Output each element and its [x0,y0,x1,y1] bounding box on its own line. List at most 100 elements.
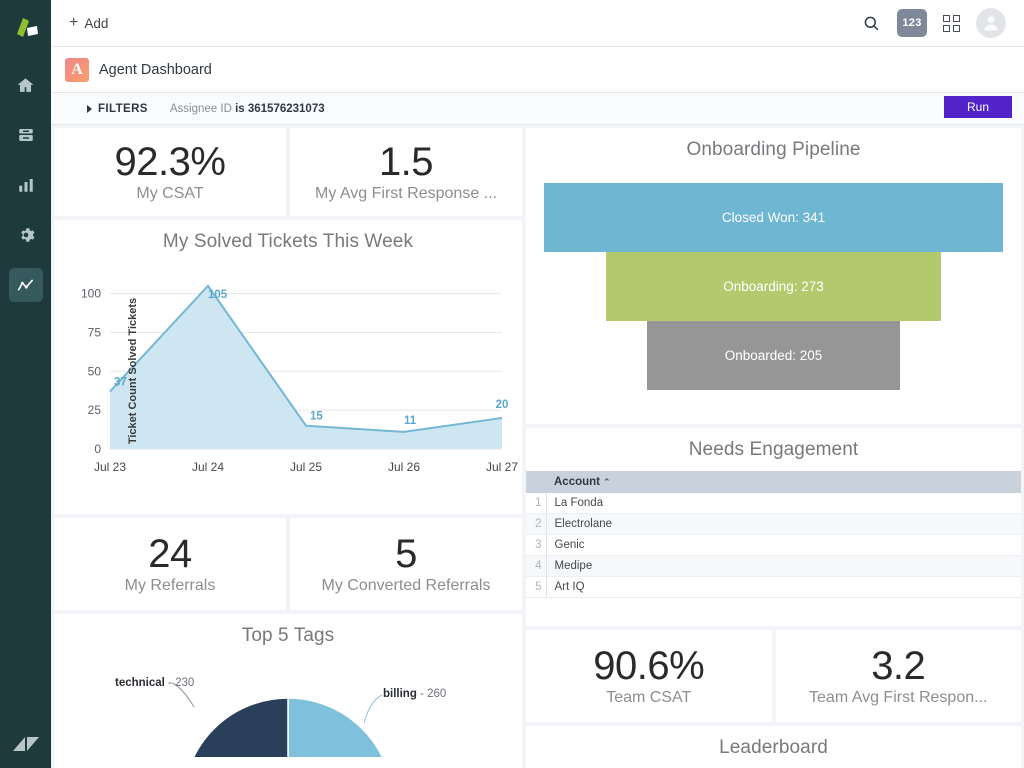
panel-solved-tickets[interactable]: My Solved Tickets This Week Ticket Count… [54,220,522,514]
sidebar-item-settings[interactable] [9,218,43,252]
panel-title: Onboarding Pipeline [526,128,1021,161]
kpi-label: My Referrals [125,577,216,595]
y-axis-label: Ticket Count Solved Tickets [127,298,139,444]
kpi-my-converted-referrals[interactable]: 5 My Converted Referrals [290,518,522,610]
bar-chart-icon [17,176,35,194]
row-index: 1 [526,493,546,514]
svg-text:20: 20 [496,399,509,411]
pie-annotation-billing: billing - 260 [383,688,446,700]
top-bar: + Add 123 [51,0,1024,47]
pie-chart: technical - 230 billing - 260 [54,647,522,768]
cell-account: La Fonda [546,493,1021,514]
pie-label-name: technical [115,677,165,689]
svg-text:100: 100 [81,287,101,301]
table-row[interactable]: 4Medipe [526,556,1021,577]
column-header-account[interactable]: Account⌃ [546,471,1021,493]
add-button[interactable]: + Add [69,15,108,31]
add-button-label: Add [84,16,108,31]
svg-text:Jul 27: Jul 27 [486,460,518,474]
table-row[interactable]: 5Art IQ [526,577,1021,598]
filter-expression[interactable]: Assignee ID is 361576231073 [170,103,325,115]
filters-toggle[interactable]: FILTERS [87,103,148,115]
kpi-value: 24 [148,533,192,575]
left-column: 92.3% My CSAT 1.5 My Avg First Response … [54,128,522,768]
grid-apps-icon[interactable] [943,15,960,32]
row-index: 4 [526,556,546,577]
sidebar-item-home[interactable] [9,68,43,102]
run-button[interactable]: Run [944,96,1012,118]
table-row[interactable]: 1La Fonda [526,493,1021,514]
svg-text:15: 15 [310,411,323,423]
sidebar-item-explore[interactable] [9,268,43,302]
svg-text:0: 0 [94,442,101,456]
panel-leaderboard[interactable]: Leaderboard [526,726,1021,768]
zendesk-explore-logo[interactable] [9,12,43,46]
kpi-team-csat[interactable]: 90.6% Team CSAT [526,630,772,722]
funnel-bar-onboarded[interactable]: Onboarded: 205 [647,321,899,390]
chevron-right-icon [87,105,92,113]
kpi-row-team: 90.6% Team CSAT 3.2 Team Avg First Respo… [526,630,1021,722]
user-avatar-icon[interactable] [976,8,1006,38]
svg-text:25: 25 [88,403,102,417]
kpi-my-csat[interactable]: 92.3% My CSAT [54,128,286,216]
panel-title: My Solved Tickets This Week [54,220,522,253]
svg-text:50: 50 [88,364,102,378]
kpi-my-referrals[interactable]: 24 My Referrals [54,518,286,610]
funnel-bar-onboarding[interactable]: Onboarding: 273 [606,252,941,321]
panel-onboarding-pipeline[interactable]: Onboarding Pipeline Closed Won: 341 Onbo… [526,128,1021,424]
pie-annotation-technical: technical - 230 [115,677,194,689]
table-row[interactable]: 3Genic [526,535,1021,556]
dashboard-header: A Agent Dashboard [51,47,1024,93]
cell-account: Art IQ [546,577,1021,598]
right-column: Onboarding Pipeline Closed Won: 341 Onbo… [526,128,1021,768]
column-header-label: Account [554,476,600,488]
search-icon[interactable] [862,14,881,33]
kpi-label: My CSAT [136,185,203,203]
svg-text:Jul 24: Jul 24 [192,460,224,474]
funnel-bar-closed-won[interactable]: Closed Won: 341 [544,183,1003,252]
sort-asc-icon: ⌃ [603,477,611,487]
svg-text:37: 37 [114,377,127,389]
dashboard-avatar-icon: A [65,58,89,82]
kpi-value: 3.2 [871,645,925,687]
row-index: 5 [526,577,546,598]
row-index: 3 [526,535,546,556]
page-title: Agent Dashboard [99,62,212,78]
needs-engagement-table: Account⌃ 1La Fonda2Electrolane3Genic4Med… [526,471,1021,598]
row-index-header [526,471,546,493]
panel-title: Top 5 Tags [54,614,522,647]
sidebar-item-reports[interactable] [9,168,43,202]
kpi-value: 1.5 [379,141,433,183]
cell-account: Genic [546,535,1021,556]
pie-label-name: billing [383,688,417,700]
panel-title: Needs Engagement [526,428,1021,461]
kpi-label: Team Avg First Respon... [809,689,987,707]
kpi-row-referrals: 24 My Referrals 5 My Converted Referrals [54,518,522,610]
zendesk-logo [0,734,51,756]
pie-label-value: - 260 [417,688,446,700]
funnel-chart: Closed Won: 341 Onboarding: 273 Onboarde… [526,161,1021,404]
area-chart-svg: 025507510037105151120Jul 23Jul 24Jul 25J… [54,253,522,489]
sidebar-item-library[interactable] [9,118,43,152]
library-icon [17,126,35,144]
svg-text:75: 75 [88,325,102,339]
line-chart-icon [16,276,35,295]
kpi-team-avg-first-response[interactable]: 3.2 Team Avg First Respon... [776,630,1022,722]
panel-needs-engagement[interactable]: Needs Engagement Account⌃ 1La Fonda2Elec… [526,428,1021,626]
table-header-row: Account⌃ [526,471,1021,493]
kpi-label: My Avg First Response ... [315,185,497,203]
number-badge[interactable]: 123 [897,9,927,37]
kpi-value: 5 [395,533,417,575]
panel-top-tags[interactable]: Top 5 Tags technical - 230 billing - 260 [54,614,522,768]
svg-text:Jul 23: Jul 23 [94,460,126,474]
cell-account: Medipe [546,556,1021,577]
app-root: + Add 123 A Agent Dashboard [0,0,1024,768]
kpi-value: 92.3% [115,141,226,183]
area-chart: Ticket Count Solved Tickets 0 25 50 75 100 37… [54,253,522,489]
kpi-my-avg-first-response[interactable]: 1.5 My Avg First Response ... [290,128,522,216]
topbar-icon-group: 123 [862,8,1006,38]
cell-account: Electrolane [546,514,1021,535]
table-row[interactable]: 2Electrolane [526,514,1021,535]
panel-title: Leaderboard [526,726,1021,759]
filter-value: is 361576231073 [235,103,325,115]
